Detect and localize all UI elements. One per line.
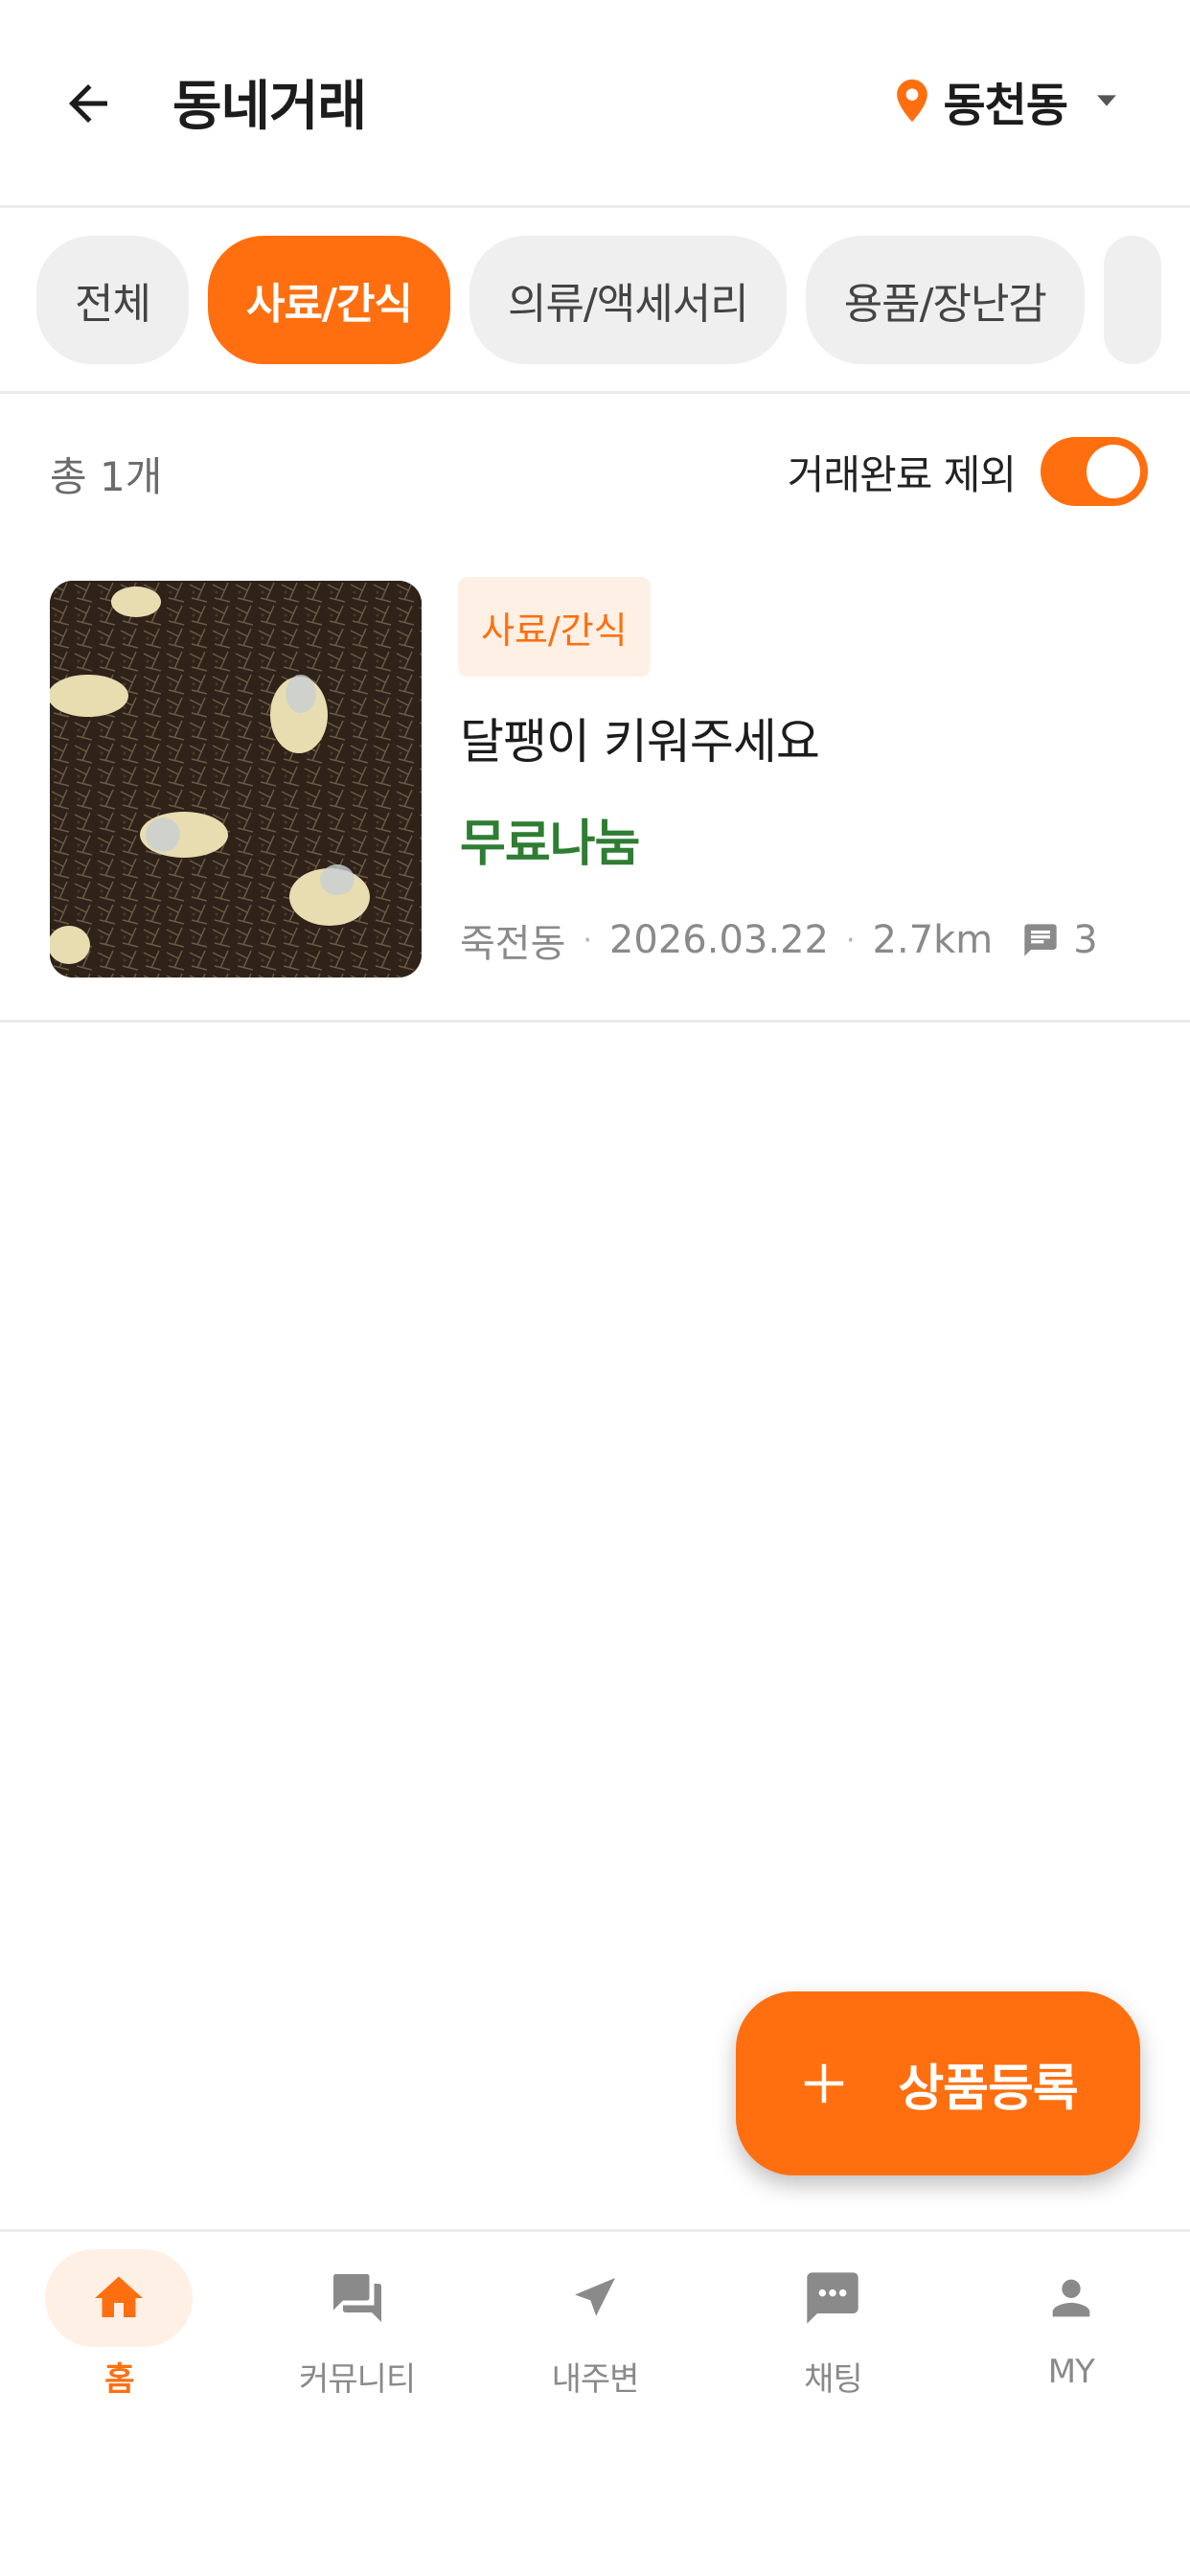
listing-title: 달팽이 키워주세요 xyxy=(460,714,820,770)
toggle-knob xyxy=(1087,445,1140,498)
nav-label-nearby: 내주변 xyxy=(551,2360,640,2399)
chip-supplies-toys[interactable]: 용품/장난감 xyxy=(805,236,1085,364)
listing-meta: 죽전동 · 2026.03.22 · 2.7km 3 xyxy=(460,912,1098,968)
header-divider xyxy=(0,205,1190,208)
chip-more[interactable] xyxy=(1103,236,1161,364)
chip-all[interactable]: 전체 xyxy=(36,236,189,364)
plus-icon xyxy=(805,2063,844,2104)
back-arrow-icon xyxy=(69,84,107,123)
bottom-nav: 홈 커뮤니티 내주변 채팅 MY xyxy=(0,2229,1190,2421)
nav-icon-bg xyxy=(45,2249,194,2347)
snail-photo xyxy=(50,581,422,978)
comment-icon xyxy=(1024,924,1057,956)
item-count: 총 1개 xyxy=(50,453,163,500)
separator-dot: · xyxy=(583,923,592,957)
category-chips: 전체 사료/간식 의류/액세서리 용품/장난감 xyxy=(36,236,1161,364)
nav-label-my: MY xyxy=(1047,2353,1095,2391)
chip-food-snacks[interactable]: 사료/간식 xyxy=(207,236,450,364)
nav-label-community: 커뮤니티 xyxy=(299,2360,416,2399)
listing-item[interactable]: 사료/간식 달팽이 키워주세요 무료나눔 죽전동 · 2026.03.22 · … xyxy=(0,552,1190,1022)
back-button[interactable] xyxy=(50,65,126,142)
nav-icon-bg xyxy=(284,2249,431,2347)
register-product-button[interactable]: 상품등록 xyxy=(736,1991,1140,2175)
location-pin-icon xyxy=(896,79,927,123)
listing-divider xyxy=(0,1020,1190,1023)
separator-dot: · xyxy=(845,923,856,957)
completed-filter: 거래완료 제외 xyxy=(788,437,1148,506)
exclude-completed-toggle[interactable] xyxy=(1041,437,1148,506)
comment-count: 3 xyxy=(1021,918,1098,962)
chat-bubble-icon xyxy=(807,2272,859,2324)
page-title: 동네거래 xyxy=(172,76,367,138)
listing-location: 죽전동 xyxy=(460,922,566,966)
filter-label: 거래완료 제외 xyxy=(787,450,1017,498)
nav-item-my[interactable]: MY xyxy=(952,2232,1190,2421)
listing-thumbnail xyxy=(50,581,422,978)
forum-icon xyxy=(332,2274,381,2322)
nav-icon-bg xyxy=(759,2249,906,2347)
category-tag: 사료/간식 xyxy=(458,577,651,677)
listing-price: 무료나눔 xyxy=(460,816,640,873)
nav-item-home[interactable]: 홈 xyxy=(0,2232,238,2421)
nav-label-home: 홈 xyxy=(104,2360,134,2399)
nav-item-chat[interactable]: 채팅 xyxy=(714,2232,951,2421)
person-icon xyxy=(1052,2279,1090,2317)
listing-date: 2026.03.22 xyxy=(608,918,829,962)
nav-item-community[interactable]: 커뮤니티 xyxy=(238,2232,475,2421)
listing-distance: 2.7km xyxy=(872,918,994,962)
nav-icon-bg xyxy=(521,2249,669,2347)
chip-clothing-accessories[interactable]: 의류/액세서리 xyxy=(469,236,787,364)
nav-label-chat: 채팅 xyxy=(804,2360,863,2399)
app-header: 동네거래 동천동 xyxy=(0,0,1190,207)
nav-icon-bg xyxy=(997,2249,1145,2347)
register-product-label: 상품등록 xyxy=(898,2059,1078,2118)
navigation-arrow-icon xyxy=(575,2278,616,2316)
dropdown-caret-icon xyxy=(1097,95,1116,106)
home-icon xyxy=(95,2276,144,2317)
location-label: 동천동 xyxy=(943,79,1068,132)
chips-divider xyxy=(0,391,1190,394)
comment-count-value: 3 xyxy=(1073,918,1098,962)
nav-item-nearby[interactable]: 내주변 xyxy=(476,2232,714,2421)
location-selector[interactable]: 동천동 xyxy=(894,67,1123,134)
